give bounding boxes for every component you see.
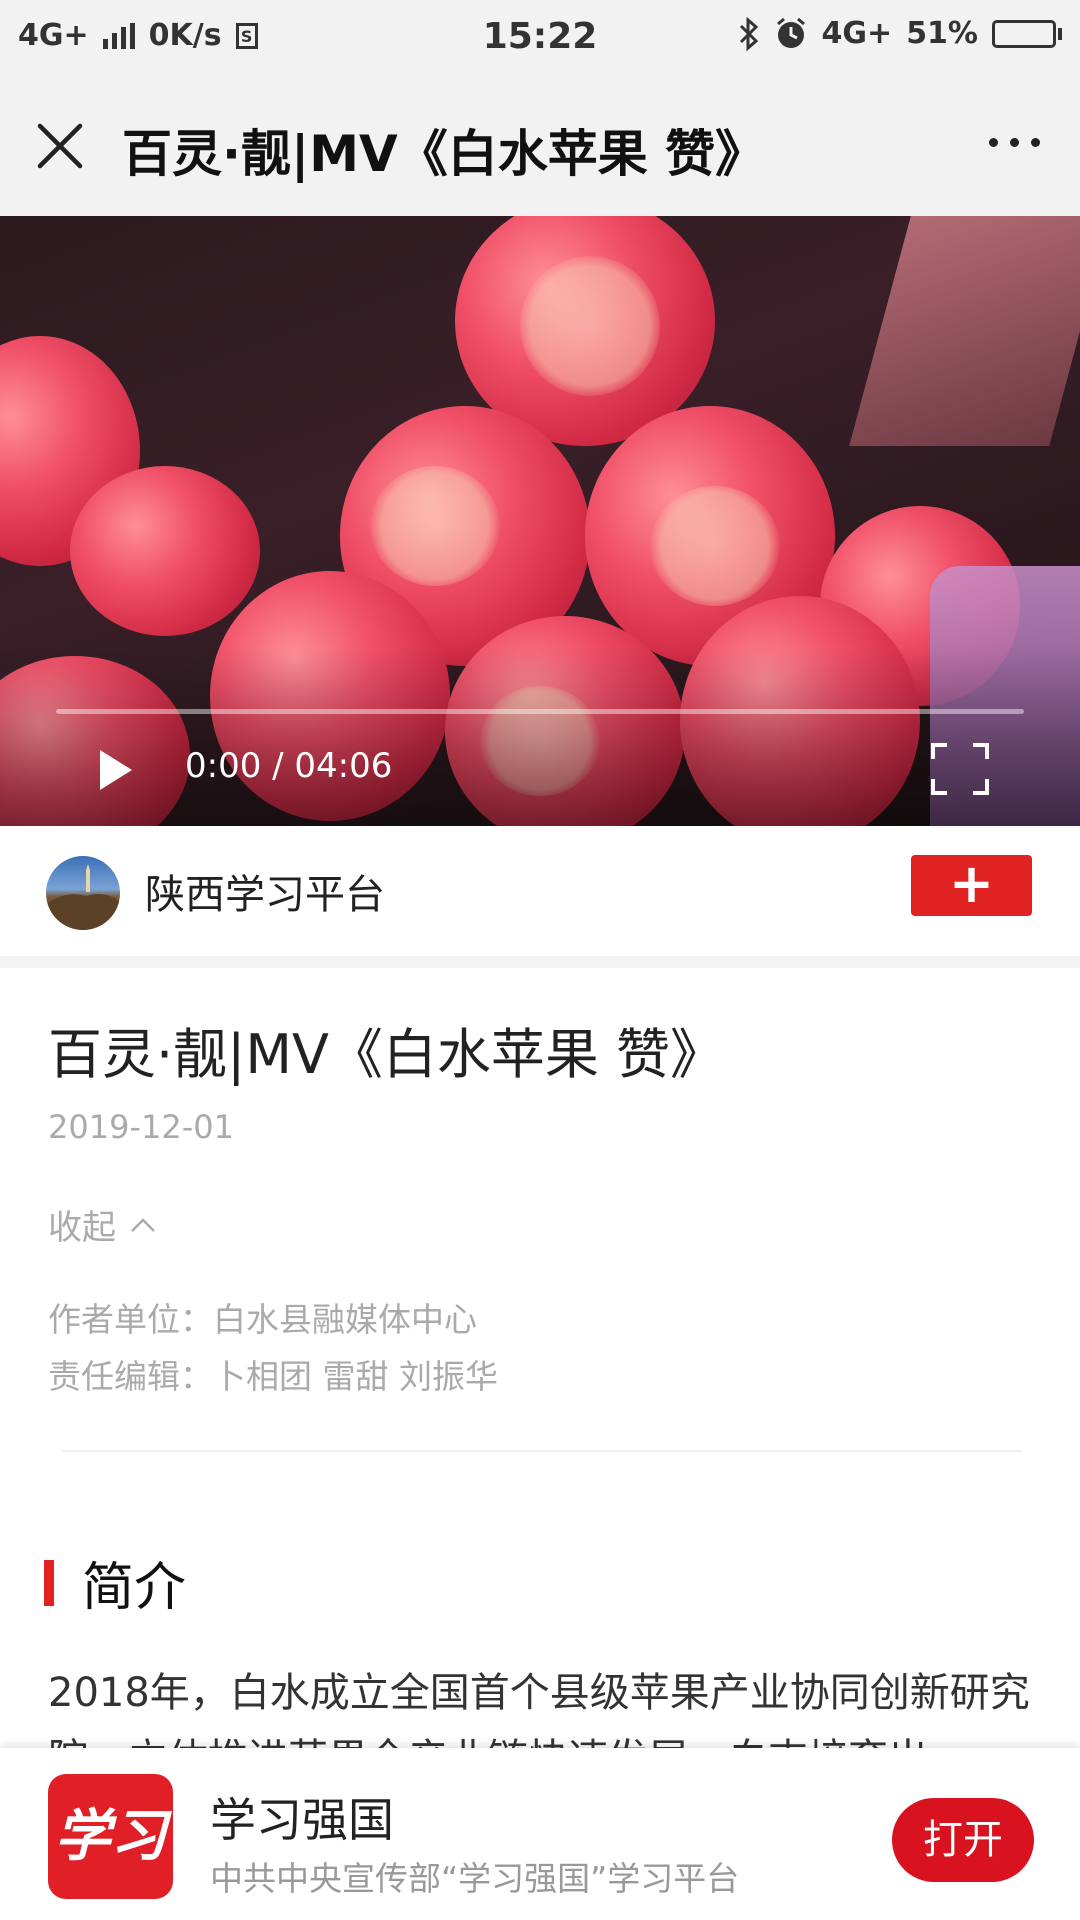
open-app-button[interactable]: 打开 xyxy=(892,1798,1034,1882)
channel-row: 陕西学习平台 + xyxy=(0,826,1080,956)
app-name: 学习强国 xyxy=(210,1793,394,1847)
bluetooth-icon xyxy=(739,16,758,51)
app-description: 中共中央宣传部“学习强国”学习平台 xyxy=(210,1859,740,1898)
chevron-up-icon xyxy=(131,1217,155,1232)
nav-bar: 百灵·靓|MV《白水苹果 赞》 xyxy=(0,74,1080,217)
intro-text: 2018年，白水成立全国首个县级苹果产业协同创新研究院，立体推进苹果全产业链快速… xyxy=(48,1670,1030,1756)
video-player[interactable]: 0:00 / 04:06 xyxy=(0,216,1080,826)
video-progress-bar[interactable] xyxy=(56,709,1024,714)
network-type-2: 4G+ xyxy=(821,16,893,51)
channel-avatar[interactable] xyxy=(46,856,120,930)
play-icon[interactable] xyxy=(98,748,134,792)
author-unit: 作者单位：白水县融媒体中心 xyxy=(48,1300,477,1339)
more-icon[interactable] xyxy=(989,138,1040,147)
alarm-icon xyxy=(776,17,805,48)
divider xyxy=(62,1450,1022,1452)
app-banner: 学习 学习强国 中共中央宣传部“学习强国”学习平台 打开 xyxy=(0,1748,1080,1920)
fullscreen-icon[interactable] xyxy=(930,742,990,796)
battery-percent: 51% xyxy=(906,16,978,51)
collapse-toggle[interactable]: 收起 xyxy=(48,1200,156,1249)
article-date: 2019-12-01 xyxy=(48,1108,234,1146)
status-right: 4G+ 51% xyxy=(738,16,1062,51)
section-accent-bar xyxy=(44,1559,54,1606)
section-separator xyxy=(0,956,1080,968)
nav-title: 百灵·靓|MV《白水苹果 赞》 xyxy=(122,125,766,183)
app-logo: 学习 xyxy=(48,1774,173,1899)
follow-button[interactable]: + xyxy=(911,855,1032,916)
collapse-label: 收起 xyxy=(48,1208,116,1248)
close-icon[interactable] xyxy=(32,118,88,174)
article-title: 百灵·靓|MV《白水苹果 赞》 xyxy=(48,1023,725,1086)
section-title: 简介 xyxy=(82,1558,187,1618)
channel-name[interactable]: 陕西学习平台 xyxy=(145,862,385,920)
section-header: 简介 xyxy=(44,1545,186,1620)
battery-icon xyxy=(992,19,1062,48)
editors: 责任编辑：卜相团 雷甜 刘振华 xyxy=(48,1357,498,1396)
status-bar: 4G+ 0K/s S 15:22 4G+ 51% xyxy=(0,0,1080,74)
video-time: 0:00 / 04:06 xyxy=(185,746,393,786)
